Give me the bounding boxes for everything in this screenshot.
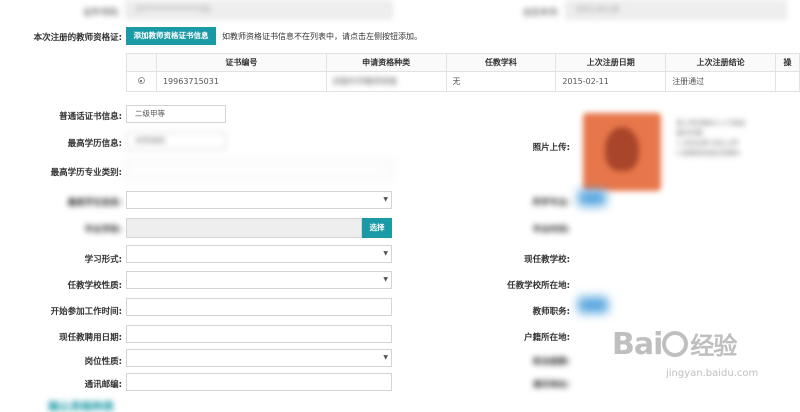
postal-field[interactable] [126, 373, 392, 391]
photo-hint-1: 请上传近期本人1寸免冠 [676, 119, 746, 127]
col-cert-no: 证书编号 [155, 53, 327, 72]
col-subject: 任教学科 [445, 53, 557, 72]
col-kind: 申请资格种类 [325, 53, 447, 72]
photo-label: 照片上传: [532, 143, 570, 153]
chevron-down-icon: ▼ [383, 196, 388, 203]
row-radio-cell[interactable] [126, 71, 157, 92]
chevron-down-icon: ▼ [383, 276, 388, 283]
household-label: 户籍所在地: [524, 333, 570, 343]
row-op[interactable] [775, 71, 800, 92]
cert-table-header: 证书编号 申请资格种类 任教学科 上次注册日期 上次注册结论 操 [126, 53, 800, 72]
birth-field[interactable]: 1972-03-28 [566, 1, 786, 19]
school-region-label: 任教学校所在地: [507, 281, 570, 291]
radio-selected[interactable] [137, 77, 145, 84]
watermark-brand: Bai [612, 327, 663, 362]
id-number-field[interactable]: 37***************35 [126, 1, 392, 19]
cert-table: 证书编号 申请资格种类 任教学科 上次注册日期 上次注册结论 操 1996371… [126, 53, 800, 92]
col-last-date: 上次注册日期 [555, 53, 667, 72]
cert-section-label: 本次注册的教师资格证: [33, 33, 122, 43]
select-school-button[interactable]: 选择 [362, 218, 392, 238]
confirm-section-title: 确认资格种类 [48, 400, 114, 412]
person-icon [605, 127, 639, 171]
cert-hint-text: 如教师资格证书信息不在列表中，请点击左侧按钮添加。 [222, 32, 422, 41]
major-label: 最高学历专业类别: [50, 168, 122, 178]
row-conclusion: 注册通过 [665, 71, 776, 92]
study-form-label: 学习形式: [84, 255, 122, 265]
teacher-post-label: 教师职务: [532, 307, 570, 317]
work-start-field[interactable] [126, 298, 392, 316]
watermark-url: jingyan.baidu.com [666, 368, 759, 379]
paw-icon [662, 331, 689, 357]
photo-hint: 请上传近期本人1寸免冠 操作步骤: 1.点击左侧"点击上传" 2.如需修改请点击… [676, 118, 796, 158]
hire-date-field[interactable] [126, 325, 392, 343]
table-row[interactable]: 19963715031 初级中学教师资格 无 2015-02-11 注册通过 [126, 71, 800, 92]
work-start-label: 开始参加工作时间: [50, 307, 122, 317]
edu-field[interactable]: 大学本科 [126, 132, 226, 150]
baidu-watermark: Bai 经验 [612, 326, 737, 362]
school-nature-label: 任教学校性质: [67, 281, 122, 291]
col-conclusion: 上次注册结论 [665, 53, 776, 72]
degree-select[interactable]: ▼ [126, 191, 392, 209]
id-number-label: 证件号码: [83, 8, 120, 18]
political-label: 政治面貌: [532, 357, 570, 367]
chevron-down-icon: ▼ [383, 250, 388, 257]
address-label: 通讯地址: [532, 380, 570, 390]
school-field[interactable] [126, 218, 362, 238]
grad-time-label: 毕业时间: [532, 225, 570, 235]
mandarin-label: 普通话证书信息: [59, 112, 122, 122]
edu-label: 最高学历信息: [67, 139, 122, 149]
row-kind: 初级中学教师资格 [325, 71, 447, 92]
photo-hint-3: 1.点击左侧"点击上传" [676, 139, 741, 147]
row-subject: 无 [445, 71, 557, 92]
watermark-tail: 经验 [690, 332, 737, 360]
chevron-down-icon: ▼ [383, 354, 388, 361]
study-form-select[interactable]: ▼ [126, 245, 392, 263]
degree-label: 最高学位信息: [67, 198, 122, 208]
degree-major-label: 所学专业: [532, 198, 570, 208]
post-nature-select[interactable]: ▼ [126, 349, 392, 367]
school-label: 毕业学校: [84, 225, 122, 235]
current-school-label: 现任教学校: [524, 255, 570, 265]
upload-badge[interactable] [578, 190, 606, 206]
mandarin-field[interactable]: 二级甲等 [126, 105, 226, 123]
school-nature-select[interactable]: ▼ [126, 271, 392, 289]
postal-label: 通讯邮编: [84, 380, 122, 390]
photo-hint-4: 2.如需修改请点击图片 [676, 149, 741, 157]
col-select [126, 53, 157, 72]
hire-date-label: 现任教聘用日期: [59, 333, 122, 343]
photo-preview[interactable] [583, 113, 661, 191]
post-nature-label: 岗位性质: [84, 357, 122, 367]
row-last-date: 2015-02-11 [555, 71, 667, 92]
col-op: 操 [775, 53, 800, 72]
row-cert-no: 19963715031 [155, 71, 327, 92]
photo-hint-2: 操作步骤: [676, 129, 705, 137]
birth-label: 出生年月: [523, 8, 560, 18]
add-cert-button[interactable]: 添加教师资格证书信息 [126, 27, 216, 45]
post-badge [578, 297, 608, 313]
major-field[interactable] [126, 161, 392, 179]
